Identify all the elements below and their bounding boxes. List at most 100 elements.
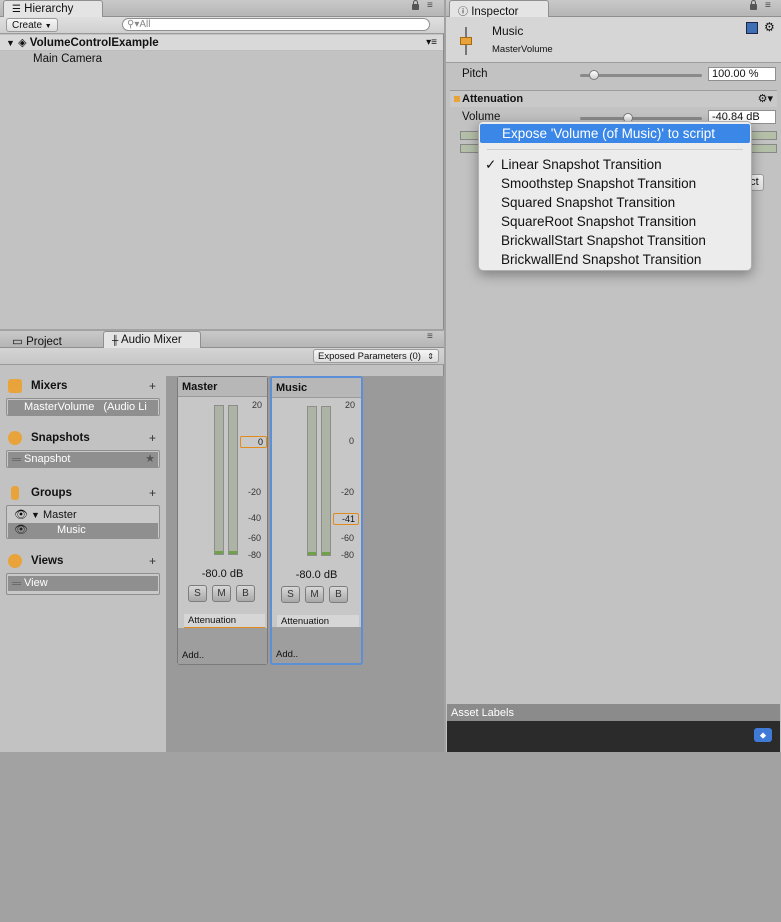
- volume-slider-track[interactable]: [580, 117, 702, 120]
- object-subtitle: MasterVolume: [492, 44, 553, 55]
- effect-slot-attenuation[interactable]: Attenuation: [184, 614, 265, 629]
- strip-title: Master: [178, 377, 267, 397]
- pitch-label: Pitch: [462, 68, 488, 80]
- scale-tick: -20: [341, 487, 355, 497]
- lock-icon[interactable]: [412, 0, 419, 13]
- checkmark-icon: ✓: [485, 157, 497, 172]
- panel-menu-icon[interactable]: ≡: [765, 0, 771, 11]
- create-button[interactable]: Create ▼: [6, 18, 58, 32]
- tab-inspector[interactable]: ⓘ Inspector: [449, 0, 549, 18]
- hierarchy-tabbar: ☰ Hierarchy ≡: [0, 0, 444, 18]
- tab-project[interactable]: ▭ Project: [3, 331, 98, 348]
- group-fader-icon: [460, 27, 472, 55]
- level-meter: [214, 405, 224, 555]
- add-view-button[interactable]: +: [149, 554, 156, 568]
- audio-mixer-panel: ▭ Project ╫ Audio Mixer ≡ Exposed Parame…: [0, 331, 444, 752]
- mixer-item[interactable]: MasterVolume (Audio Li: [8, 400, 158, 415]
- pitch-value-field[interactable]: 100.00 %: [708, 67, 776, 81]
- drag-handle-icon: [12, 458, 21, 461]
- scale-tick: -40: [248, 513, 262, 523]
- eye-icon[interactable]: 👁: [14, 509, 28, 521]
- add-effect-button[interactable]: Add..: [276, 649, 298, 660]
- dropdown-arrow-icon: ▼: [44, 23, 52, 30]
- snapshots-list: Snapshot ★: [6, 450, 160, 468]
- mixer-sidebar: Mixers + MasterVolume (Audio Li Snapshot…: [4, 376, 162, 922]
- views-title: Views: [31, 555, 64, 567]
- attenuation-header[interactable]: Attenuation ⚙▾: [450, 90, 777, 107]
- gear-icon[interactable]: ⚙▾: [758, 92, 773, 105]
- eye-icon[interactable]: 👁: [14, 524, 28, 536]
- object-name: Music: [492, 24, 524, 38]
- menu-item-smoothstep-transition[interactable]: Smoothstep Snapshot Transition: [479, 174, 751, 193]
- scale-tick: -80: [341, 550, 355, 560]
- solo-button[interactable]: S: [188, 585, 207, 602]
- effect-color-swatch: [454, 96, 460, 102]
- volume-fader-handle[interactable]: 0: [240, 436, 267, 448]
- bypass-button[interactable]: B: [329, 586, 348, 603]
- menu-item-brickwallend-transition[interactable]: BrickwallEnd Snapshot Transition: [479, 250, 751, 269]
- menu-item-expose-volume[interactable]: Expose 'Volume (of Music)' to script: [480, 124, 750, 143]
- volume-fader-handle[interactable]: -41: [333, 513, 359, 525]
- unity-logo-icon: ◈: [18, 37, 27, 49]
- groups-title: Groups: [31, 487, 72, 499]
- groups-icon: [11, 486, 19, 500]
- mute-button[interactable]: M: [305, 586, 324, 603]
- scale-tick: 20: [252, 400, 263, 410]
- menu-item-brickwallstart-transition[interactable]: BrickwallStart Snapshot Transition: [479, 231, 751, 250]
- panel-menu-icon[interactable]: ≡: [427, 331, 433, 342]
- mixers-icon: [8, 379, 22, 393]
- bypass-button[interactable]: B: [236, 585, 255, 602]
- menu-item-squared-transition[interactable]: Squared Snapshot Transition: [479, 193, 751, 212]
- channel-strip-master[interactable]: Master 20 0 -20 -40 -60 -80 0 -80.0 dB S…: [177, 376, 268, 665]
- pitch-slider-thumb[interactable]: [589, 70, 599, 80]
- add-snapshot-button[interactable]: +: [149, 431, 156, 445]
- hierarchy-search-input[interactable]: ⚲▾All: [122, 18, 430, 31]
- mute-button[interactable]: M: [212, 585, 231, 602]
- menu-separator: [487, 149, 743, 150]
- snapshots-title: Snapshots: [31, 432, 90, 444]
- menu-item-squareroot-transition[interactable]: SquareRoot Snapshot Transition: [479, 212, 751, 231]
- scale-tick: -60: [341, 533, 355, 543]
- db-readout: -80.0 dB: [295, 569, 338, 581]
- panel-menu-icon[interactable]: ≡: [427, 0, 433, 11]
- scene-menu-icon[interactable]: ▾≡: [426, 35, 437, 51]
- tab-audio-mixer[interactable]: ╫ Audio Mixer: [103, 331, 201, 349]
- scene-row[interactable]: ▼ ◈ VolumeControlExample ▾≡: [0, 35, 443, 51]
- help-book-icon[interactable]: [746, 22, 758, 34]
- view-item[interactable]: View: [8, 576, 158, 591]
- views-list: View: [6, 573, 160, 595]
- label-tag-icon[interactable]: ⬥: [754, 728, 772, 742]
- add-mixer-button[interactable]: +: [149, 379, 156, 393]
- group-item-master[interactable]: 👁 ▼ Master: [8, 508, 158, 523]
- star-icon[interactable]: ★: [145, 452, 155, 467]
- folder-icon: ▭: [12, 336, 23, 348]
- menu-item-linear-transition[interactable]: ✓ Linear Snapshot Transition: [479, 155, 751, 174]
- mixer-toolbar: Exposed Parameters (0) ⇕: [0, 348, 444, 365]
- scale-tick: -20: [248, 487, 262, 497]
- tab-hierarchy[interactable]: ☰ Hierarchy: [3, 0, 103, 18]
- hierarchy-item[interactable]: Main Camera: [0, 51, 102, 67]
- solo-button[interactable]: S: [281, 586, 300, 603]
- add-group-button[interactable]: +: [149, 486, 156, 500]
- mixers-list: MasterVolume (Audio Li: [6, 398, 160, 416]
- inspector-panel: ⓘ Inspector ≡ Music MasterVolume ⚙ Pitch…: [446, 0, 781, 752]
- expand-arrow-icon[interactable]: ▼: [6, 38, 15, 48]
- group-item-music[interactable]: 👁 Music: [8, 523, 158, 538]
- snapshot-item[interactable]: Snapshot ★: [8, 452, 158, 467]
- lock-icon[interactable]: [750, 0, 757, 13]
- updown-arrow-icon: ⇕: [427, 352, 434, 361]
- snapshots-icon: [8, 431, 22, 445]
- level-meter: [307, 406, 317, 556]
- add-effect-button[interactable]: Add..: [182, 650, 204, 661]
- exposed-parameters-dropdown[interactable]: Exposed Parameters (0) ⇕: [313, 349, 439, 363]
- inspector-header: Music MasterVolume ⚙: [446, 17, 781, 63]
- search-icon: ⚲▾: [127, 19, 140, 30]
- strip-footer: Add..: [272, 627, 361, 663]
- db-readout: -80.0 dB: [201, 568, 244, 580]
- gear-icon[interactable]: ⚙: [764, 20, 775, 34]
- scale-tick: 0: [349, 436, 355, 446]
- channel-strip-music[interactable]: Music 20 0 -20 -40 -60 -80 -41 -80.0 dB …: [270, 376, 363, 665]
- expand-arrow-icon[interactable]: ▼: [31, 510, 40, 520]
- lower-tabbar: ▭ Project ╫ Audio Mixer ≡: [0, 331, 444, 349]
- list-icon: ☰: [12, 4, 21, 15]
